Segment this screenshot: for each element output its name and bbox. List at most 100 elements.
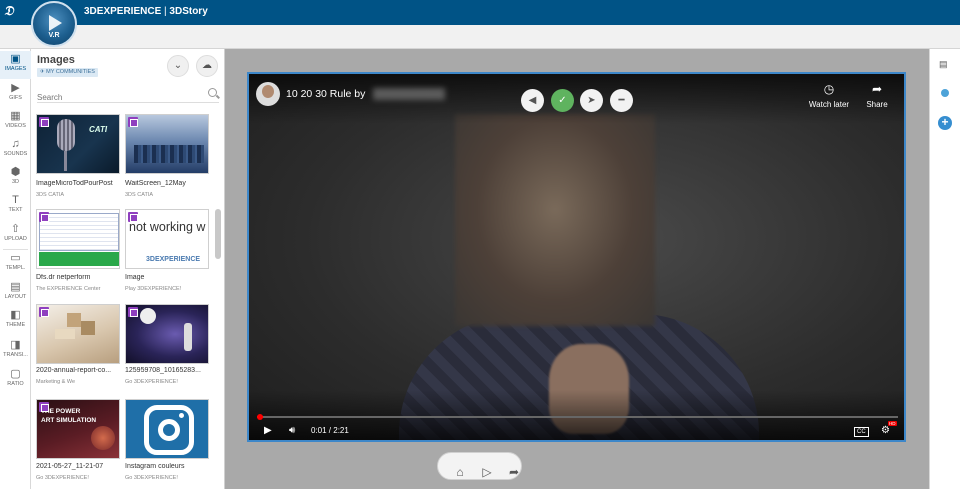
item-title: 2021-05-27_11-21-07	[36, 463, 104, 470]
compass-play-icon	[49, 15, 62, 31]
preview-play-button[interactable]: ▷	[473, 459, 491, 479]
community-filter[interactable]: ✈ MY COMMUNITIES	[37, 68, 98, 77]
rail-item-templates[interactable]: ▭ TEMPL.	[0, 250, 31, 278]
forward-icon: ➦	[508, 465, 520, 479]
rail-item-label: UPLOAD	[4, 236, 27, 242]
gif-icon: ▶	[11, 82, 20, 94]
progress-bar[interactable]	[257, 416, 898, 418]
slide-indicator[interactable]	[941, 89, 949, 97]
gear-icon: ⚙	[881, 425, 890, 436]
thumbnail-netperform[interactable]	[36, 209, 120, 269]
cube-icon: ⬢	[10, 166, 21, 178]
thumbnail-instagram[interactable]	[125, 399, 209, 459]
watch-later-button[interactable]: ◷ Watch later	[804, 82, 854, 109]
green-banner	[39, 252, 119, 266]
item-source: Go 3DEXPERIENCE!	[125, 475, 178, 481]
send-icon: ➤	[587, 95, 596, 106]
rail-item-label: TEMPL.	[5, 265, 26, 271]
tool-rail: ▣ IMAGES ▶ GIFS ▦ VIDEOS ♫ SOUNDS ⬢ 3D T…	[0, 49, 31, 489]
rail-item-label: TEXT	[8, 207, 23, 213]
rail-item-gifs[interactable]: ▶ GIFS	[0, 80, 31, 108]
block-shape	[81, 321, 95, 335]
item-title: Image	[125, 274, 145, 281]
compass-version: V.R	[48, 32, 60, 39]
rail-item-images[interactable]: ▣ IMAGES	[0, 51, 31, 79]
search-input[interactable]	[37, 90, 197, 105]
share-icon: ➦	[871, 82, 883, 96]
confirm-button[interactable]: ✓	[551, 89, 574, 112]
ds-logo-icon: 𝔇	[4, 4, 14, 19]
image-badge-icon	[39, 212, 49, 222]
upload-button[interactable]: ☁	[196, 55, 218, 77]
collapse-button[interactable]: ⌄	[167, 55, 189, 77]
rail-item-layout[interactable]: ▤ LAYOUT	[0, 279, 31, 307]
progress-handle[interactable]	[257, 414, 263, 420]
compass-button[interactable]: V.R	[31, 1, 77, 47]
rail-item-ratio[interactable]: ▢ RATIO	[0, 366, 31, 394]
speaker-icon: ◀	[528, 95, 537, 106]
home-icon: ⌂	[456, 465, 464, 479]
clock-icon: ◷	[823, 82, 835, 96]
blurred-author	[373, 88, 445, 100]
volume-button[interactable]: 🔊︎	[289, 425, 295, 437]
thumbnail-2021-05-27[interactable]: THE POWER ART SIMULATION	[36, 399, 120, 459]
item-title: 2020-annual-report-co...	[36, 367, 112, 374]
app-title: 3DEXPERIENCE | 3DStory	[84, 6, 208, 17]
thumbnail-annual-report[interactable]	[36, 304, 120, 364]
figure-shape	[184, 323, 192, 351]
check-icon: ✓	[558, 95, 567, 106]
forward-button[interactable]: ➦	[500, 459, 519, 479]
secondary-bar	[0, 25, 960, 49]
thumbnail-waitscreen[interactable]	[125, 114, 209, 174]
slides-panel-icon[interactable]: ▤	[939, 59, 948, 70]
document-lines	[39, 213, 119, 251]
rail-item-label: THEME	[5, 322, 26, 328]
item-title: Dfs.dr netperform	[36, 274, 91, 281]
thumbnail-micro[interactable]: CATI	[36, 114, 120, 174]
image-badge-icon	[39, 307, 49, 317]
video-player[interactable]: 10 20 30 Rule by ◀ ✓ ➤ ━ ◷ Watch later ➦…	[247, 72, 906, 442]
thumb-caption-text: not working w	[129, 220, 206, 234]
rail-item-3d[interactable]: ⬢ 3D	[0, 164, 31, 192]
add-slide-button[interactable]: +	[938, 116, 952, 130]
panel-title: Images	[37, 54, 75, 66]
panel-scrollbar[interactable]	[215, 209, 221, 259]
catia-logo-text: CATI	[89, 125, 108, 134]
item-title: WaitScreen_12May	[125, 180, 186, 187]
send-button[interactable]: ➤	[580, 89, 603, 112]
image-badge-icon	[39, 117, 49, 127]
image-badge-icon	[128, 212, 138, 222]
item-title: ImageMicroTodPourPost	[36, 180, 113, 187]
rail-item-transitions[interactable]: ◨ TRANSI...	[0, 337, 31, 365]
rail-item-label: GIFS	[9, 95, 22, 101]
mute-button[interactable]: ◀	[521, 89, 544, 112]
rail-item-label: TRANSI...	[3, 352, 28, 358]
rail-item-videos[interactable]: ▦ VIDEOS	[0, 108, 31, 136]
item-title: Instagram couleurs	[125, 463, 185, 470]
rail-item-upload[interactable]: ⇧ UPLOAD	[0, 221, 31, 249]
sphere-shape	[91, 426, 115, 450]
image-badge-icon	[128, 117, 138, 127]
item-source: Go 3DEXPERIENCE!	[36, 475, 89, 481]
channel-avatar[interactable]	[256, 82, 280, 106]
item-source: Marketing & We	[36, 379, 76, 385]
rail-item-sounds[interactable]: ♫ SOUNDS	[0, 136, 31, 164]
play-button[interactable]: ▶	[264, 425, 272, 437]
thumbnail-125959708[interactable]	[125, 304, 209, 364]
watch-later-label: Watch later	[808, 100, 850, 109]
thumbnail-image[interactable]: not working w 3DEXPERIENCE	[125, 209, 209, 269]
rail-item-text[interactable]: T TEXT	[0, 192, 31, 220]
rail-item-label: 3D	[11, 179, 20, 185]
settings-button[interactable]: ⚙ HD	[881, 421, 897, 437]
home-button[interactable]: ⌂	[446, 459, 463, 479]
share-label: Share	[866, 100, 888, 109]
rail-item-label: RATIO	[7, 381, 24, 387]
time-display: 0:01 / 2:21	[311, 426, 349, 435]
captions-button[interactable]: CC	[854, 427, 869, 437]
video-title[interactable]: 10 20 30 Rule by	[286, 88, 365, 100]
remove-button[interactable]: ━	[610, 89, 633, 112]
rail-item-theme[interactable]: ◧ THEME	[0, 307, 31, 335]
search-icon[interactable]	[208, 88, 217, 97]
share-button[interactable]: ➦ Share	[852, 82, 902, 109]
blurred-face	[455, 114, 655, 326]
